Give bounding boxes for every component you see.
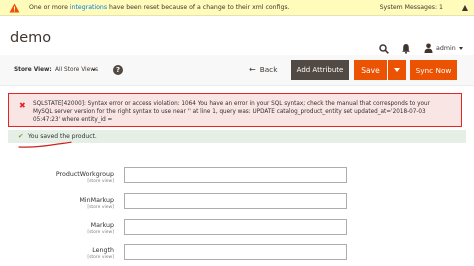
user-icon[interactable] bbox=[424, 43, 433, 53]
sync-now-button[interactable]: Sync Now bbox=[410, 60, 457, 80]
field-label-length: Length bbox=[92, 247, 114, 254]
error-x-icon: ✖ bbox=[19, 101, 26, 110]
admin-username[interactable]: admin bbox=[436, 45, 456, 52]
page-actions-bar: Store View: All Store Views ? ← Back Add… bbox=[0, 55, 474, 86]
back-label: Back bbox=[259, 65, 278, 74]
chevron-down-icon[interactable] bbox=[459, 47, 463, 50]
page-title: demo bbox=[10, 30, 52, 46]
success-message: ✔ You saved the product. bbox=[8, 130, 466, 143]
system-message-pre: One or more bbox=[29, 4, 70, 11]
field-scope-productworkgroup: [store view] bbox=[87, 179, 114, 184]
error-message: ✖ SQLSTATE[42000]: Syntax error or acces… bbox=[8, 93, 462, 127]
length-input[interactable] bbox=[124, 244, 347, 260]
minmarkup-input[interactable] bbox=[124, 193, 347, 209]
add-attribute-button[interactable]: Add Attribute bbox=[291, 60, 349, 80]
success-message-text: You saved the product. bbox=[28, 133, 97, 140]
search-icon[interactable] bbox=[379, 44, 389, 54]
field-scope-length: [store view] bbox=[87, 255, 114, 260]
field-label-minmarkup: MinMarkup bbox=[79, 197, 115, 204]
store-view-label: Store View: bbox=[14, 67, 52, 73]
save-button[interactable]: Save bbox=[354, 60, 387, 80]
system-messages-bar: One or more integrations have been reset… bbox=[0, 0, 474, 16]
bell-icon[interactable] bbox=[401, 43, 411, 54]
error-message-text: SQLSTATE[42000]: Syntax error or access … bbox=[33, 101, 430, 123]
field-label-productworkgroup: ProductWorkgroup bbox=[55, 171, 114, 178]
save-options-toggle[interactable] bbox=[388, 60, 406, 80]
system-messages-count[interactable]: System Messages: 1 bbox=[380, 4, 443, 11]
system-message-text: One or more integrations have been reset… bbox=[29, 4, 290, 11]
arrow-left-icon: ← bbox=[249, 65, 256, 74]
system-message-post: have been reset because of a change to t… bbox=[107, 4, 290, 11]
productworkgroup-input[interactable] bbox=[124, 167, 347, 183]
store-view-chevron-icon[interactable] bbox=[92, 69, 96, 71]
field-scope-minmarkup: [store view] bbox=[87, 205, 114, 210]
integrations-link[interactable]: integrations bbox=[70, 4, 107, 11]
collapse-arrow-icon[interactable]: ▲ bbox=[462, 3, 468, 12]
help-icon[interactable]: ? bbox=[113, 65, 123, 75]
warning-icon bbox=[9, 3, 20, 12]
field-label-markup: Markup bbox=[90, 222, 114, 229]
markup-input[interactable] bbox=[124, 219, 347, 235]
hand-drawn-underline bbox=[18, 141, 72, 148]
chevron-down-icon bbox=[394, 68, 400, 72]
field-scope-markup: [store view] bbox=[87, 230, 114, 235]
checkmark-icon: ✔ bbox=[18, 132, 24, 140]
back-button[interactable]: ← Back bbox=[249, 65, 277, 74]
page-header: demo admin bbox=[0, 16, 474, 55]
